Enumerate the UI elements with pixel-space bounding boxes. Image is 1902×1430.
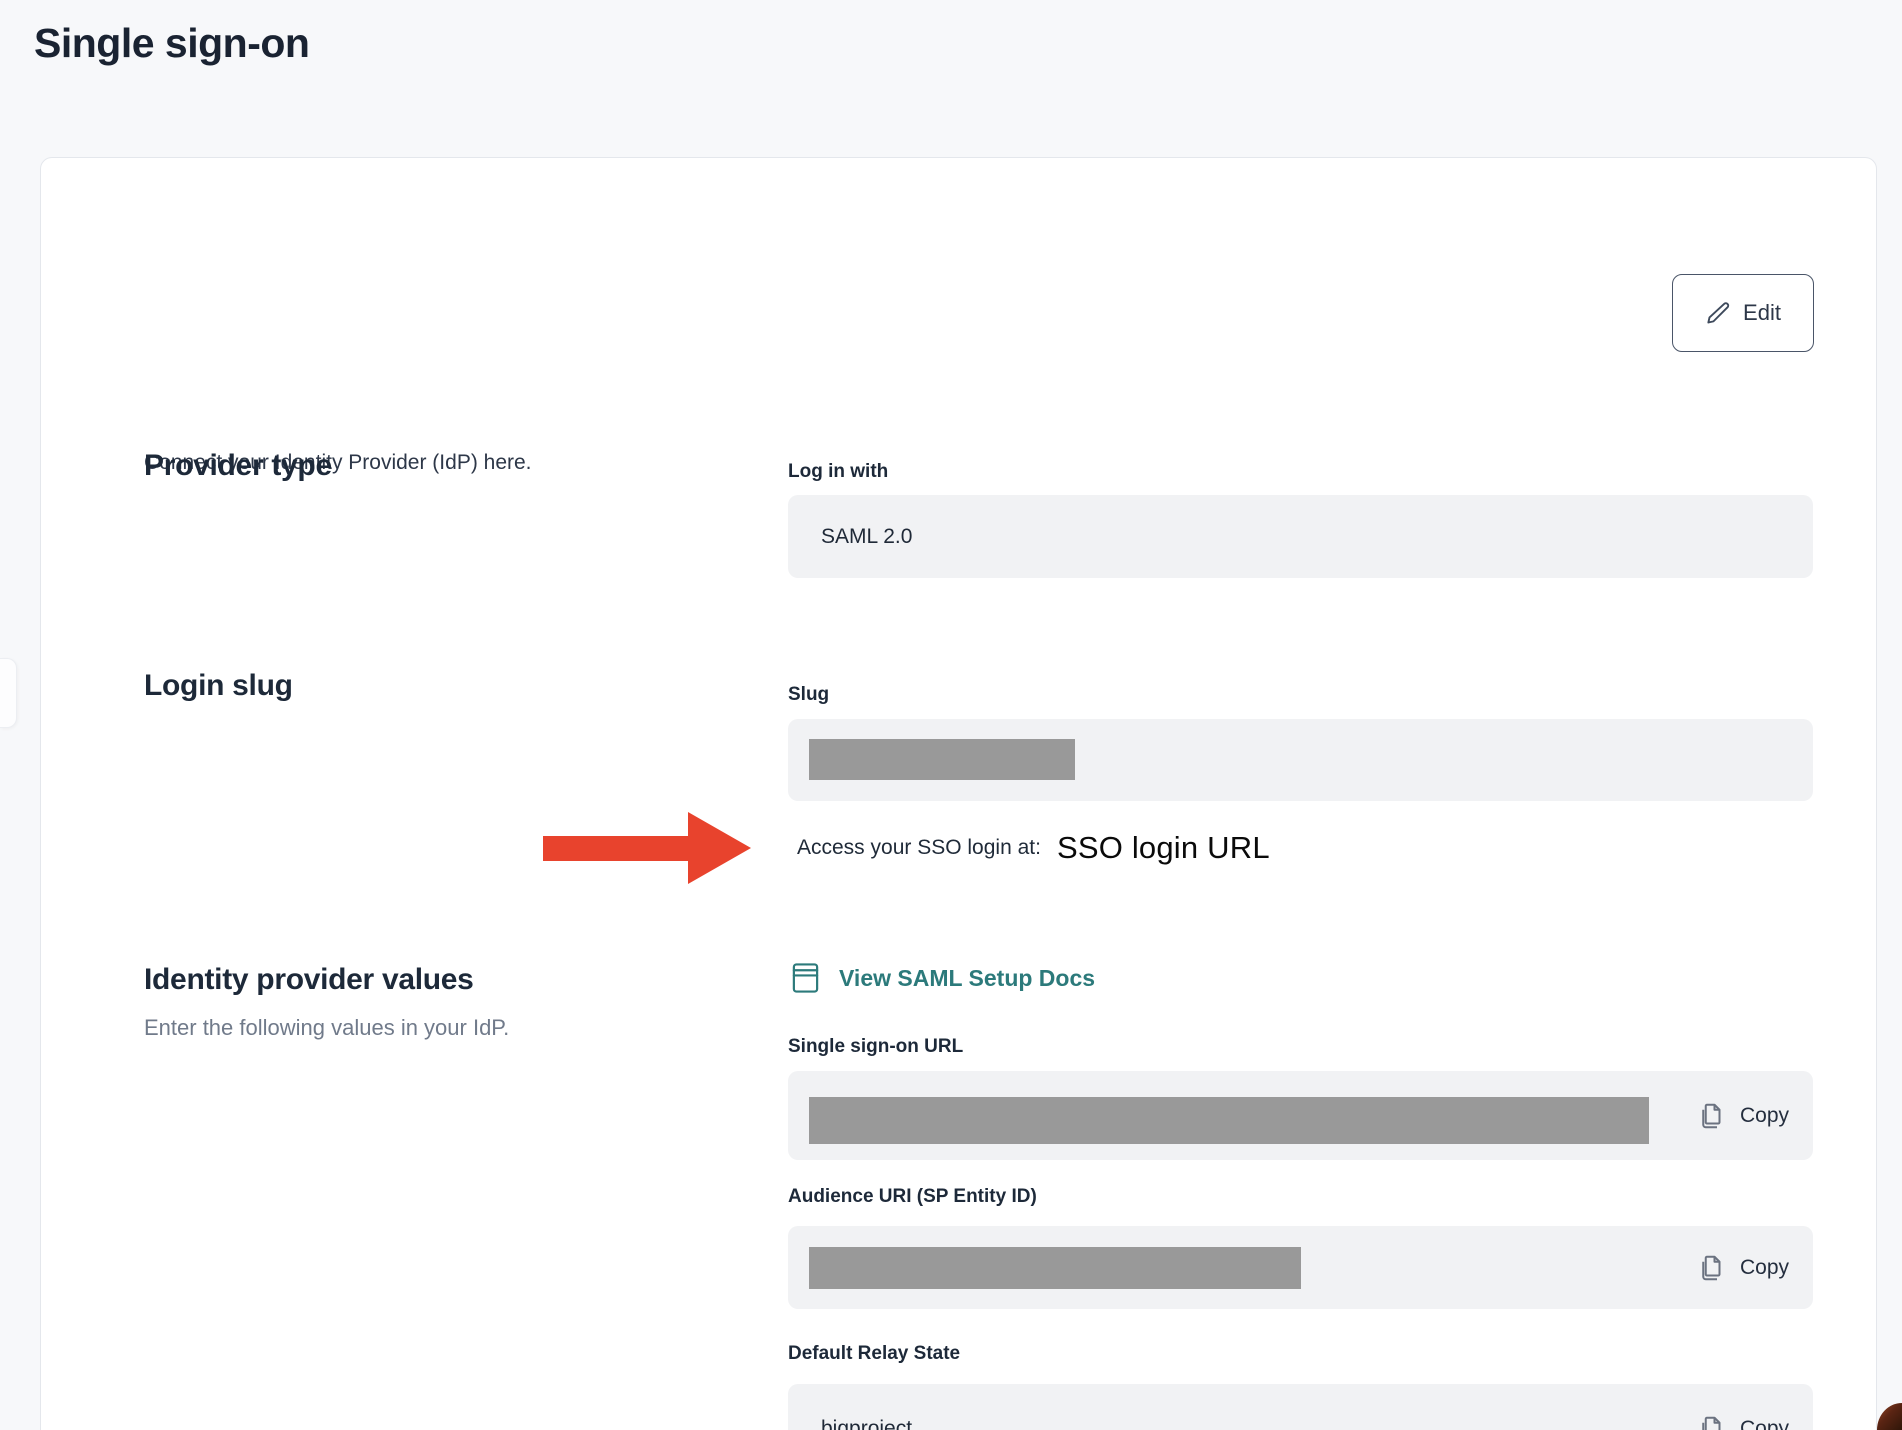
provider-type-heading: Provider type: [144, 449, 332, 483]
copy-button-label: Copy: [1740, 1417, 1789, 1430]
provider-type-field: SAML 2.0: [788, 495, 1813, 578]
login-slug-heading: Login slug: [144, 669, 293, 703]
edit-button-label: Edit: [1743, 300, 1781, 326]
provider-type-value: SAML 2.0: [821, 525, 912, 549]
default-relay-state-value: bigproject: [821, 1417, 912, 1430]
corner-annotation-fragment: [1877, 1403, 1902, 1430]
redacted-slug-value: [809, 739, 1075, 780]
copy-relay-state-button[interactable]: Copy: [1697, 1414, 1789, 1430]
sso-settings-page: Single sign-on Connect your Identity Pro…: [0, 0, 1902, 1430]
audience-uri-label: Audience URI (SP Entity ID): [788, 1186, 1037, 1208]
page-title: Single sign-on: [34, 20, 309, 67]
redacted-audience-uri-value: [809, 1247, 1301, 1289]
copy-button-label: Copy: [1740, 1104, 1789, 1128]
sso-url-field: Copy: [788, 1071, 1813, 1160]
view-saml-docs-link[interactable]: View SAML Setup Docs: [790, 961, 1095, 995]
pencil-icon: [1705, 300, 1732, 327]
redacted-sso-url-value: [809, 1097, 1649, 1144]
slug-field: [788, 719, 1813, 801]
copy-button-label: Copy: [1740, 1256, 1789, 1280]
idp-values-heading: Identity provider values: [144, 963, 474, 997]
access-login-prefix: Access your SSO login at:: [797, 836, 1041, 860]
annotation-arrow-icon: [543, 812, 751, 885]
sidebar-drawer-handle[interactable]: [0, 658, 17, 728]
copy-icon: [1697, 1101, 1727, 1131]
default-relay-state-label: Default Relay State: [788, 1343, 960, 1365]
view-saml-docs-label: View SAML Setup Docs: [839, 965, 1095, 992]
copy-sso-url-button[interactable]: Copy: [1697, 1101, 1789, 1131]
document-icon: [790, 961, 821, 995]
sso-settings-card: Connect your Identity Provider (IdP) her…: [40, 157, 1877, 1430]
default-relay-state-field: bigproject Copy: [788, 1384, 1813, 1430]
slug-label: Slug: [788, 684, 829, 706]
copy-icon: [1697, 1253, 1727, 1283]
edit-button[interactable]: Edit: [1672, 274, 1814, 352]
login-with-label: Log in with: [788, 461, 888, 483]
access-login-row: Access your SSO login at: SSO login URL: [797, 824, 1270, 872]
copy-audience-uri-button[interactable]: Copy: [1697, 1253, 1789, 1283]
copy-icon: [1697, 1414, 1727, 1430]
idp-values-subheading: Enter the following values in your IdP.: [144, 1015, 509, 1041]
audience-uri-field: Copy: [788, 1226, 1813, 1309]
sso-login-url-annotation: SSO login URL: [1057, 830, 1270, 866]
sso-url-label: Single sign-on URL: [788, 1036, 963, 1058]
